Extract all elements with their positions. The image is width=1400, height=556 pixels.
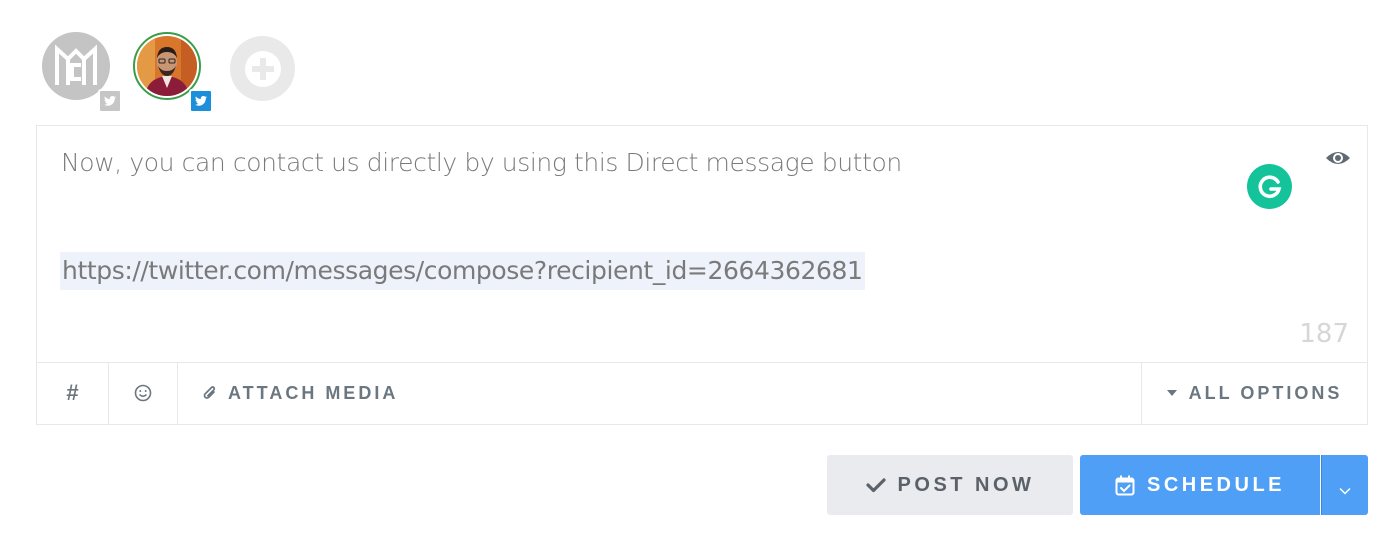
message-editor[interactable]: Now, you can contact us directly by usin… bbox=[36, 125, 1368, 363]
character-count: 187 bbox=[1299, 319, 1349, 349]
chevron-down-icon bbox=[1339, 487, 1351, 495]
compose-page: Now, you can contact us directly by usin… bbox=[0, 0, 1400, 556]
profile-photo bbox=[137, 36, 197, 96]
hashtag-icon: # bbox=[66, 380, 79, 405]
emoji-button[interactable] bbox=[109, 362, 178, 424]
attach-media-button[interactable]: ATTACH MEDIA bbox=[178, 362, 1141, 424]
schedule-dropdown-button[interactable] bbox=[1321, 455, 1368, 515]
attach-media-label: ATTACH MEDIA bbox=[228, 382, 399, 403]
message-link[interactable]: https://twitter.com/messages/compose?rec… bbox=[60, 252, 865, 290]
post-now-label: POST NOW bbox=[897, 473, 1035, 496]
all-options-label: ALL OPTIONS bbox=[1188, 382, 1343, 403]
paperclip-icon bbox=[202, 384, 218, 402]
all-options-button[interactable]: ALL OPTIONS bbox=[1141, 362, 1367, 424]
check-icon bbox=[865, 477, 886, 493]
smiley-icon bbox=[134, 384, 152, 402]
mc-logo-icon bbox=[55, 44, 97, 85]
twitter-badge-icon bbox=[98, 89, 122, 113]
schedule-button[interactable]: SCHEDULE bbox=[1080, 455, 1320, 515]
message-text[interactable]: Now, you can contact us directly by usin… bbox=[61, 148, 902, 177]
caret-down-icon bbox=[1166, 390, 1177, 396]
grammarly-icon[interactable] bbox=[1247, 164, 1292, 209]
add-account-button[interactable] bbox=[230, 36, 295, 101]
composer-toolbar: # ATTACH MEDIA ALL OPTIONS bbox=[36, 362, 1368, 425]
eye-icon[interactable] bbox=[1325, 148, 1351, 168]
schedule-label: SCHEDULE bbox=[1146, 473, 1285, 496]
twitter-badge-icon bbox=[189, 89, 213, 113]
post-now-button[interactable]: POST NOW bbox=[827, 455, 1073, 515]
calendar-check-icon bbox=[1115, 475, 1135, 496]
plus-icon bbox=[244, 50, 281, 87]
hashtag-button[interactable]: # bbox=[37, 362, 109, 424]
